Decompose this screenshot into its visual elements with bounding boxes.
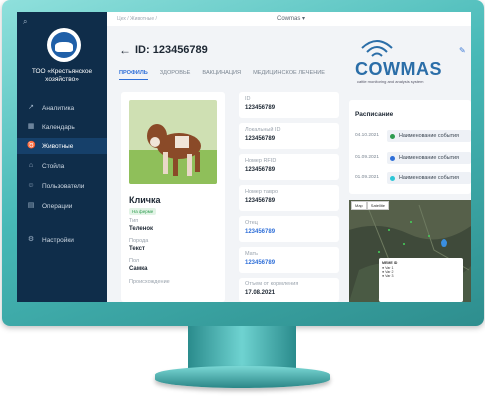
- calendar-icon: ▦: [27, 123, 35, 130]
- app-title: Cowmas: [277, 16, 301, 22]
- detail-label: Локальный ID: [245, 127, 281, 133]
- map-type-toggle: Map Satellite: [351, 201, 390, 210]
- map-info-popup: МЕМЕ ID ● Var 1 ● Var 2 ● Var 3: [379, 258, 463, 302]
- operations-icon: ▤: [27, 202, 35, 209]
- detail-value: 17.08.2021: [245, 290, 276, 296]
- map-button[interactable]: Map: [351, 201, 367, 210]
- sidebar: ⌕ ТОО «Крестьянское хозяйство» ↗ Аналити…: [17, 12, 107, 302]
- sidebar-item-settings[interactable]: ⚙ Настройки: [17, 232, 107, 248]
- sidebar-item-label: Операции: [42, 202, 73, 210]
- schedule-title: Расписание: [355, 111, 394, 118]
- event-dot: [390, 155, 395, 161]
- search-icon[interactable]: ⌕: [23, 17, 27, 27]
- field-value: Текст: [129, 246, 145, 252]
- tab-vaccination[interactable]: ВАКЦИНАЦИЯ: [202, 70, 241, 80]
- event-label: Наименование события: [399, 155, 459, 161]
- sidebar-item-label: Календарь: [42, 123, 75, 131]
- monitor-stand-neck: [188, 326, 296, 370]
- tab-health[interactable]: ЗДОРОВЬЕ: [160, 70, 191, 80]
- app-title-dropdown[interactable]: Cowmas ▾: [277, 15, 305, 22]
- event-date: 01.09.2021: [355, 155, 380, 160]
- status-badge: На ферме: [129, 208, 157, 215]
- detail-label: Мать: [245, 251, 258, 257]
- event-label: Наименование события: [399, 175, 459, 181]
- sidebar-item-label: Пользователи: [42, 182, 85, 190]
- event-item[interactable]: Наименование события: [387, 172, 471, 184]
- sidebar-item-animals[interactable]: ♉ Животные: [17, 138, 107, 154]
- event-date: 04.10.2021: [355, 133, 380, 138]
- sidebar-item-users[interactable]: ☺ Пользователи: [17, 178, 107, 194]
- breadcrumb[interactable]: Цех / Животные /: [117, 16, 157, 22]
- father-link[interactable]: 123456789: [245, 229, 275, 235]
- event-item[interactable]: Наименование события: [387, 130, 471, 142]
- sidebar-item-calendar[interactable]: ▦ Календарь: [17, 119, 107, 135]
- detail-label: Отец: [245, 220, 258, 226]
- satellite-button[interactable]: Satellite: [366, 201, 390, 210]
- animal-photo: [129, 100, 217, 184]
- organization-name: ТОО «Крестьянское хозяйство»: [31, 68, 93, 83]
- barn-icon: ⌂: [28, 162, 34, 169]
- field-value: Самка: [129, 266, 148, 272]
- chart-icon: ↗: [28, 104, 34, 111]
- users-icon: ☺: [27, 182, 35, 189]
- sidebar-item-stalls[interactable]: ⌂ Стойла: [17, 158, 107, 174]
- detail-value: 123456789: [245, 105, 276, 111]
- tab-profile[interactable]: ПРОФИЛЬ: [119, 70, 148, 80]
- event-dot: [390, 175, 395, 181]
- sidebar-item-operations[interactable]: ▤ Операции: [17, 198, 107, 214]
- detail-value: 123456789: [245, 136, 276, 142]
- detail-label: Номер тавро: [245, 189, 279, 195]
- detail-label: ID: [245, 96, 251, 102]
- animal-icon: ♉: [27, 142, 36, 149]
- detail-value: 123456789: [245, 198, 276, 204]
- field-label: Тип: [129, 218, 139, 224]
- field-label: Пол: [129, 258, 140, 264]
- field-label: Происхождение: [129, 279, 170, 285]
- top-bar: Цех / Животные / Cowmas ▾: [107, 12, 471, 26]
- event-item[interactable]: Наименование события: [387, 152, 471, 164]
- event-dot: [390, 133, 395, 139]
- sidebar-item-label: Стойла: [42, 162, 65, 170]
- mother-link[interactable]: 123456789: [245, 260, 275, 266]
- sidebar-item-label: Настройки: [42, 236, 74, 244]
- field-label: Порода: [129, 238, 149, 244]
- brand-tagline: cattle monitoring and analysis system: [357, 79, 424, 84]
- page-title: ID: 123456789: [135, 44, 208, 56]
- brand-logo: COWMAS: [355, 59, 442, 79]
- field-value: Теленок: [129, 226, 154, 232]
- gear-icon: ⚙: [27, 236, 35, 243]
- detail-label: Номер RFID: [245, 158, 277, 164]
- event-label: Наименование события: [399, 133, 459, 139]
- tab-bar: ПРОФИЛЬ ЗДОРОВЬЕ ВАКЦИНАЦИЯ МЕДИЦИНСКОЕ …: [119, 70, 337, 80]
- logo-emblem: [51, 32, 77, 58]
- tab-treatment[interactable]: МЕДИЦИНСКОЕ ЛЕЧЕНИЕ: [253, 70, 325, 80]
- monitor-stand-base: [155, 366, 330, 388]
- edit-icon[interactable]: ✎: [459, 46, 466, 55]
- sidebar-item-analytics[interactable]: ↗ Аналитика: [17, 100, 107, 116]
- sidebar-item-label: Аналитика: [42, 104, 75, 112]
- detail-label: Отъем от кормления: [245, 281, 299, 287]
- sidebar-item-label: Животные: [42, 142, 74, 150]
- animal-name: Кличка: [129, 195, 161, 205]
- event-date: 01.09.2021: [355, 175, 380, 180]
- farm-logo: [47, 28, 81, 62]
- back-arrow-icon[interactable]: ←: [119, 43, 131, 57]
- detail-value: 123456789: [245, 167, 276, 173]
